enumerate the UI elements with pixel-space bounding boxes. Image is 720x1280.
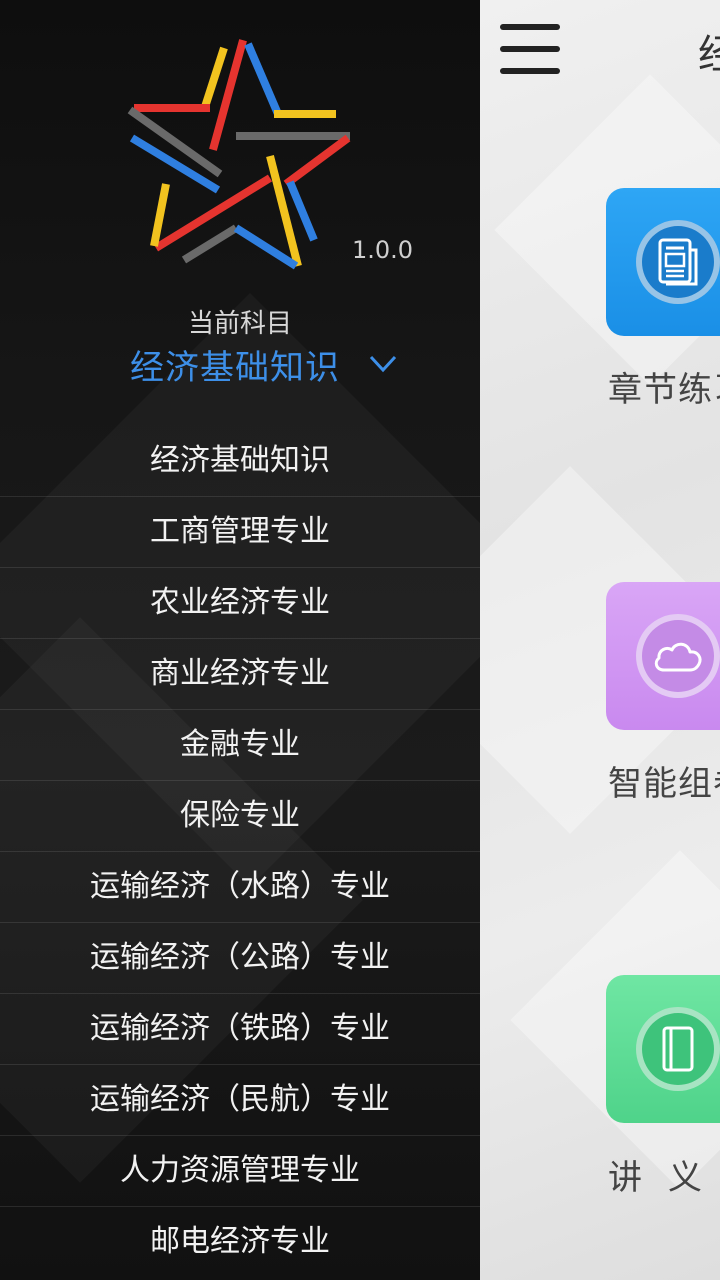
subject-item-finance[interactable]: 金融专业 bbox=[0, 710, 480, 781]
cloud-icon bbox=[654, 642, 702, 672]
subject-item-transport-highway[interactable]: 运输经济（公路）专业 bbox=[0, 923, 480, 994]
navigation-drawer: 1.0.0 当前科目 经济基础知识 经济基础知识 工商管理专业 农业经济专业 商… bbox=[0, 0, 480, 1280]
subject-item-transport-railway[interactable]: 运输经济（铁路）专业 bbox=[0, 994, 480, 1065]
subject-item-economic-basics[interactable]: 经济基础知识 bbox=[0, 426, 480, 497]
smart-paper-button[interactable] bbox=[606, 582, 720, 730]
menu-button[interactable] bbox=[498, 22, 562, 78]
subject-item-insurance[interactable]: 保险专业 bbox=[0, 781, 480, 852]
menu-icon bbox=[500, 24, 560, 30]
chapter-practice-label: 章节练习 bbox=[608, 370, 720, 410]
subject-list: 经济基础知识 工商管理专业 农业经济专业 商业经济专业 金融专业 保险专业 运输… bbox=[0, 426, 480, 1277]
subject-item-transport-waterway[interactable]: 运输经济（水路）专业 bbox=[0, 852, 480, 923]
current-subject: 经济基础知识 bbox=[130, 347, 340, 388]
icon-ring bbox=[636, 220, 720, 304]
subject-item-business-management[interactable]: 工商管理专业 bbox=[0, 497, 480, 568]
app-version: 1.0.0 bbox=[352, 236, 414, 264]
chapter-practice-button[interactable] bbox=[606, 188, 720, 336]
chevron-down-icon bbox=[369, 355, 397, 373]
smart-paper-label: 智能组卷 bbox=[608, 764, 720, 804]
subject-item-agricultural-economics[interactable]: 农业经济专业 bbox=[0, 568, 480, 639]
page-title: 经济基础知识 bbox=[698, 32, 720, 78]
subject-item-commercial-economics[interactable]: 商业经济专业 bbox=[0, 639, 480, 710]
menu-icon-bar bbox=[500, 46, 560, 52]
main-content: 经济基础知识 章节练习 智能组卷 bbox=[480, 0, 720, 1280]
app-root: 经济基础知识 章节练习 智能组卷 bbox=[0, 0, 720, 1280]
icon-ring bbox=[636, 614, 720, 698]
current-subject-selector[interactable]: 经济基础知识 bbox=[130, 340, 398, 388]
current-subject-caption: 当前科目 bbox=[187, 309, 292, 339]
lecture-notes-label: 讲义 bbox=[608, 1158, 720, 1198]
book-icon bbox=[662, 1026, 694, 1072]
subject-item-postal-economics[interactable]: 邮电经济专业 bbox=[0, 1207, 480, 1277]
icon-ring bbox=[636, 1007, 720, 1091]
star-logo-icon bbox=[127, 39, 351, 270]
lecture-notes-button[interactable] bbox=[606, 975, 720, 1123]
subject-item-human-resources[interactable]: 人力资源管理专业 bbox=[0, 1136, 480, 1207]
menu-icon-bar bbox=[500, 68, 560, 74]
subject-item-transport-aviation[interactable]: 运输经济（民航）专业 bbox=[0, 1065, 480, 1136]
document-icon bbox=[658, 238, 698, 286]
